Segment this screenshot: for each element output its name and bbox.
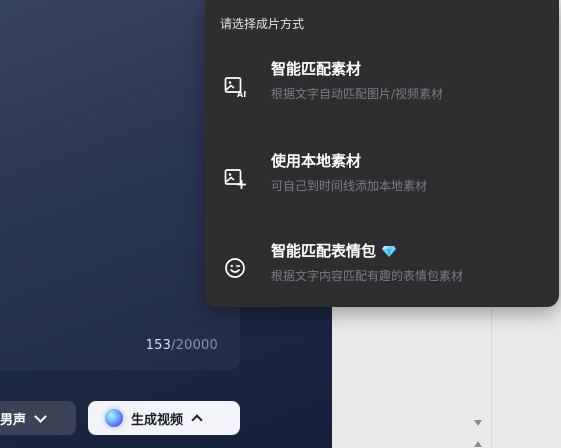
scroll-up-arrow-icon[interactable]: [474, 441, 482, 447]
option-title: 使用本地素材: [271, 150, 361, 171]
option-title-text: 智能匹配素材: [271, 60, 362, 78]
svg-text:AI: AI: [237, 90, 246, 98]
option-title: 智能匹配表情包: [271, 240, 397, 261]
add-image-icon: [224, 169, 246, 189]
option-title-text: 使用本地素材: [271, 152, 362, 170]
chevron-down-icon: [34, 409, 47, 423]
script-text-card[interactable]: 153/20000: [0, 0, 240, 370]
voice-selector[interactable]: 男声: [0, 401, 76, 435]
generate-video-button[interactable]: 生成视频: [88, 401, 240, 435]
option-title-text: 智能匹配表情包: [271, 242, 377, 260]
char-count: 153: [145, 338, 172, 353]
scroll-down-arrow-icon[interactable]: [474, 420, 482, 426]
option-smart-match[interactable]: AI 智能匹配素材 根据文字自动匹配图片/视频素材: [205, 58, 559, 128]
option-desc: 可自己到时间线添加本地素材: [271, 179, 428, 193]
voice-label: 男声: [0, 412, 27, 428]
char-max: /20000: [171, 338, 218, 353]
chevron-up-icon: [191, 414, 203, 426]
popover-title: 请选择成片方式: [220, 17, 305, 31]
divider: [491, 300, 492, 448]
generate-label: 生成视频: [131, 412, 184, 428]
generation-mode-popover: 请选择成片方式 AI 智能匹配素材 根据文字自动匹配图片/视频素材 使用本地素材…: [205, 0, 559, 307]
option-title: 智能匹配素材: [271, 58, 361, 79]
option-smart-emoji[interactable]: 智能匹配表情包 根据文字内容匹配有趣的表情包素材: [205, 240, 559, 310]
wink-emoji-icon: [225, 258, 245, 278]
option-desc: 根据文字自动匹配图片/视频素材: [271, 87, 444, 101]
vip-diamond-icon: [382, 245, 397, 257]
ai-image-icon: AI: [224, 77, 246, 98]
ai-orb-icon: [105, 409, 123, 427]
option-desc: 根据文字内容匹配有趣的表情包素材: [271, 269, 464, 283]
option-local-material[interactable]: 使用本地素材 可自己到时间线添加本地素材: [205, 150, 559, 220]
char-counter: 153/20000: [146, 338, 218, 353]
